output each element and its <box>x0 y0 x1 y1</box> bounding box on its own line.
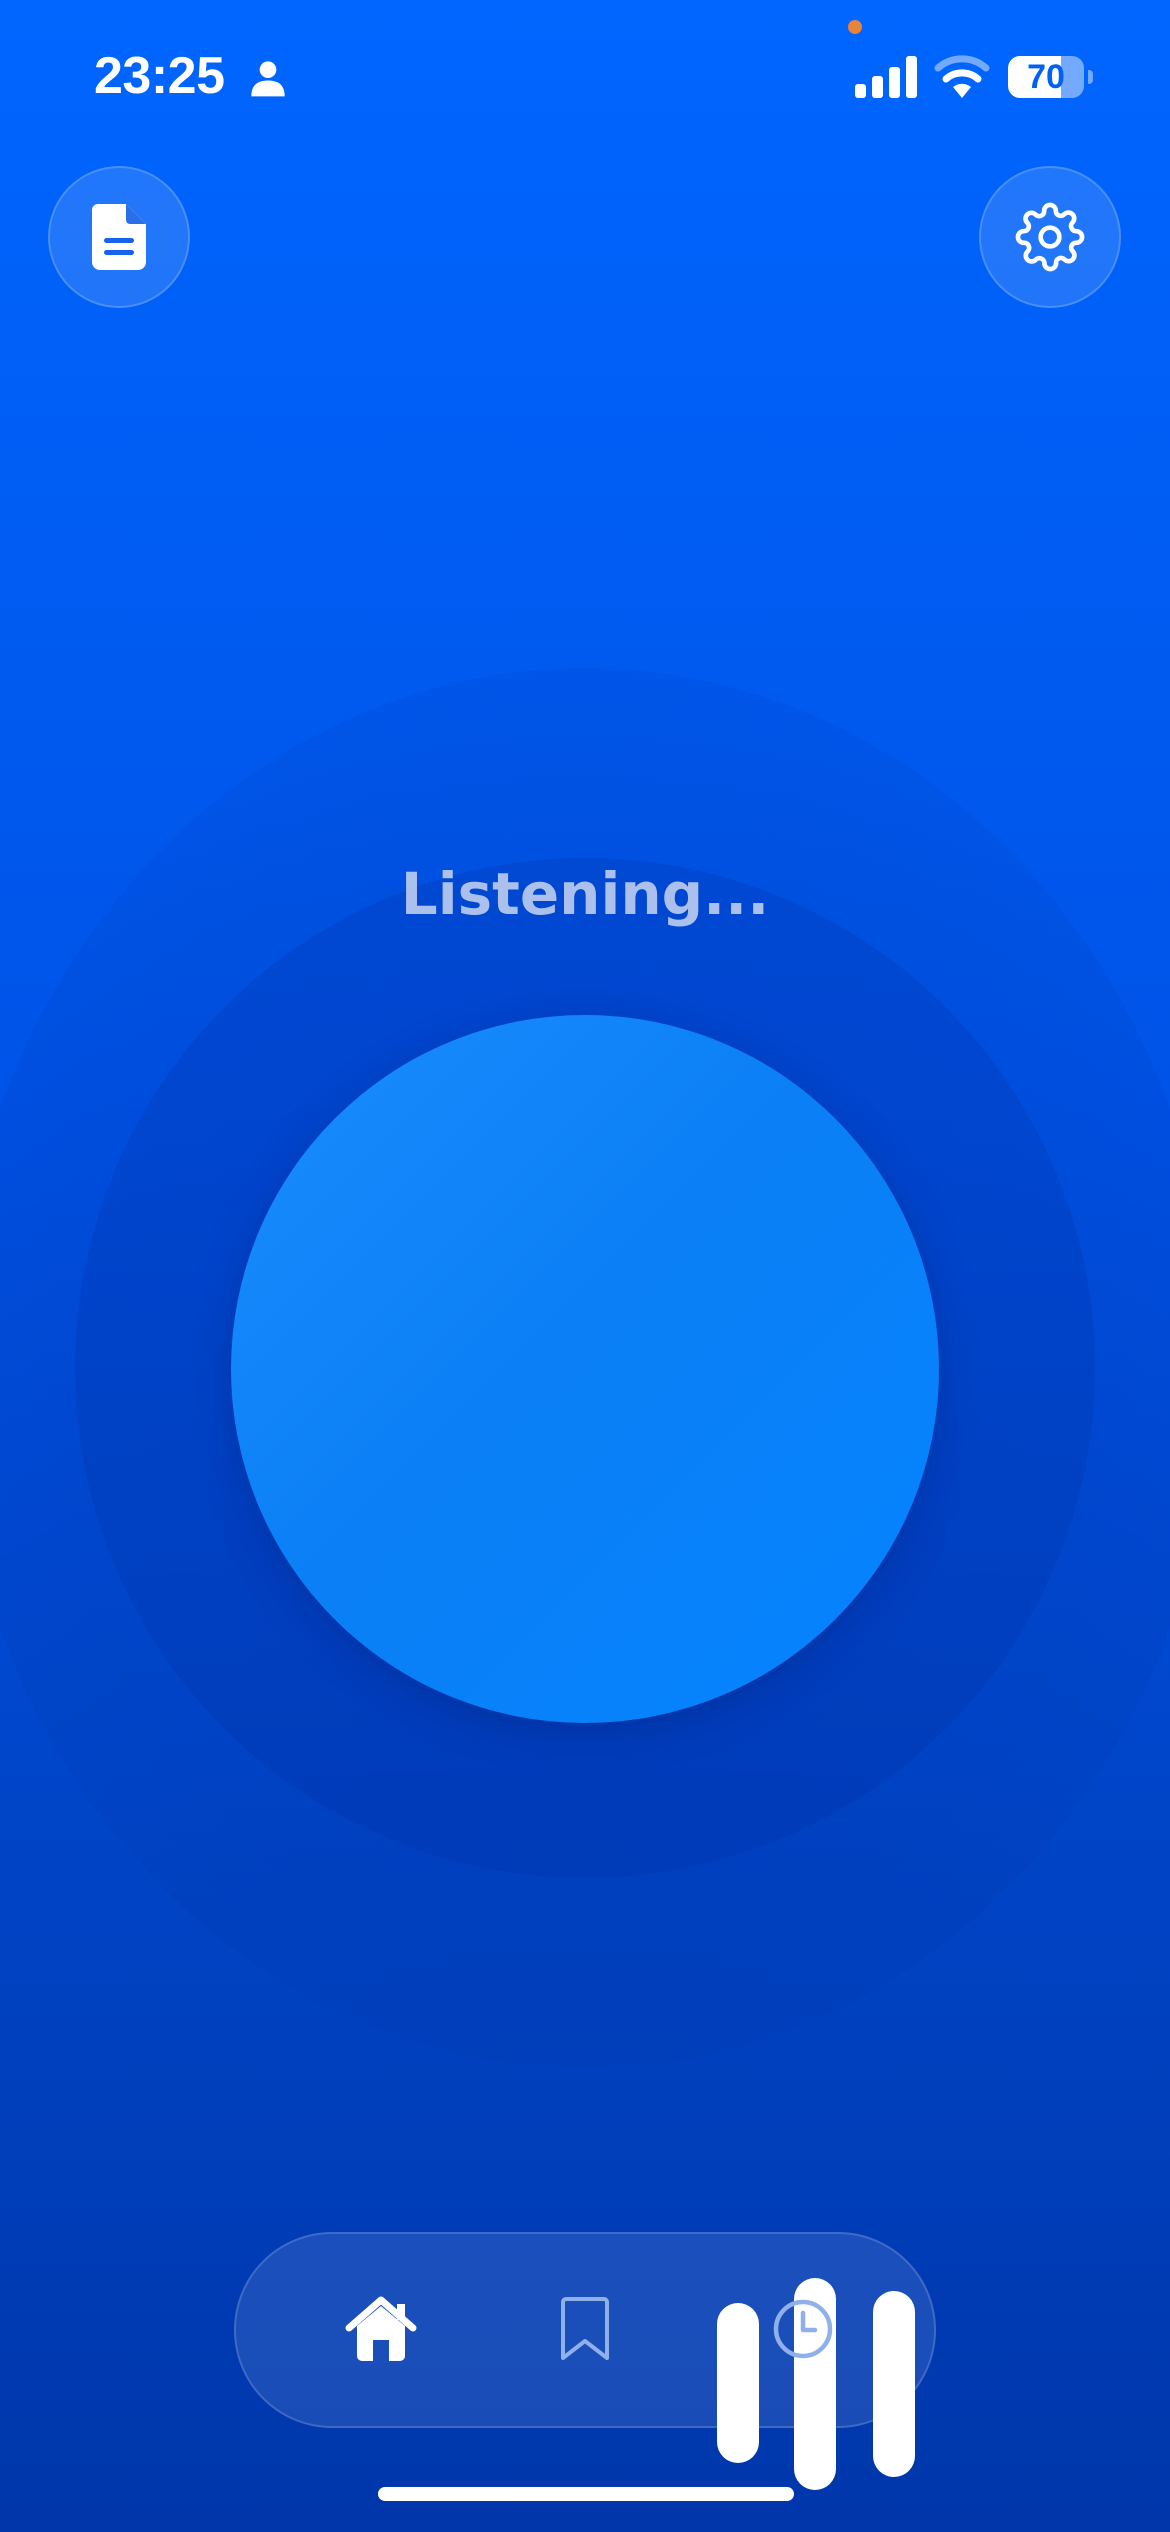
tab-home[interactable] <box>326 2274 436 2384</box>
battery-body: 70 <box>1008 56 1084 98</box>
home-indicator[interactable] <box>378 2487 794 2501</box>
tab-history[interactable] <box>748 2274 858 2384</box>
wifi-icon <box>934 55 990 98</box>
battery-icon: 70 <box>1008 56 1093 98</box>
person-icon <box>251 61 285 97</box>
privacy-indicator-dot <box>848 20 862 34</box>
listening-status-text: Listening... <box>400 860 770 928</box>
status-time: 23:25 <box>94 47 225 105</box>
battery-cap <box>1088 70 1093 84</box>
tab-bookmark[interactable] <box>530 2274 640 2384</box>
clock-icon <box>773 2299 833 2359</box>
bottom-tab-bar <box>234 2232 936 2428</box>
battery-level-text: 70 <box>1027 58 1065 96</box>
home-icon <box>345 2296 417 2361</box>
bookmark-icon <box>561 2297 609 2360</box>
app-screen: 23:25 70 Listening... <box>0 0 1170 2532</box>
listen-button[interactable] <box>231 1015 939 2490</box>
document-button[interactable] <box>48 166 190 308</box>
document-icon <box>92 204 146 270</box>
settings-button[interactable] <box>979 166 1121 308</box>
gear-icon <box>1015 202 1085 272</box>
signal-icon <box>855 56 917 98</box>
